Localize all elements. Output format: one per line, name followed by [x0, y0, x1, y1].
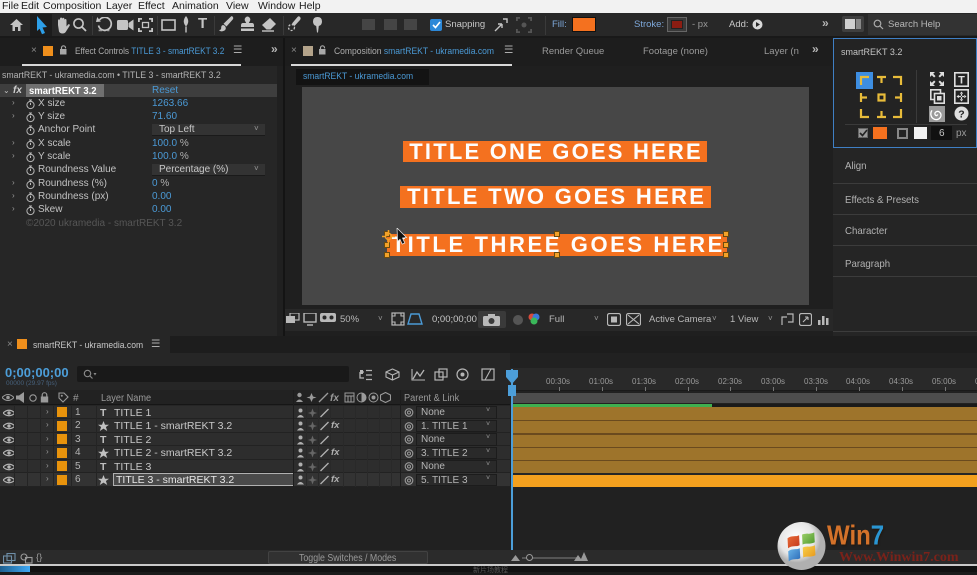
svg-text:T: T: [958, 75, 965, 87]
svg-text:?: ?: [958, 109, 964, 121]
svg-text:fx: fx: [330, 393, 339, 403]
